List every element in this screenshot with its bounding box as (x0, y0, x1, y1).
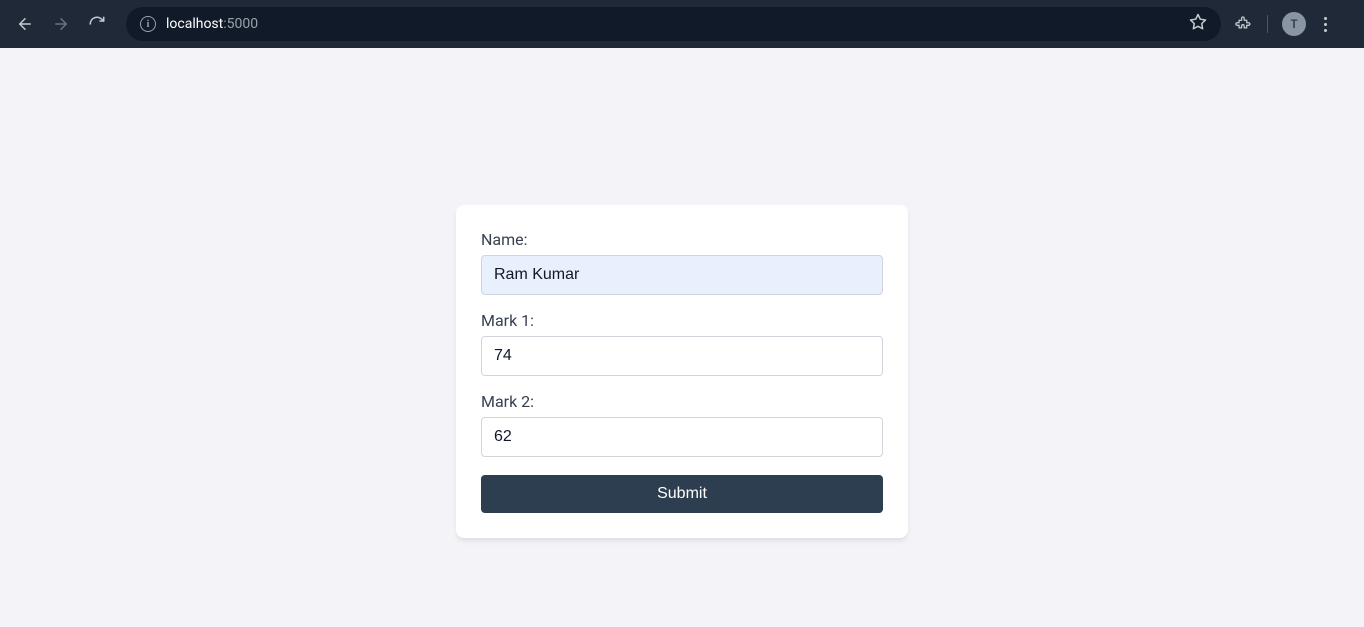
puzzle-icon (1235, 15, 1253, 33)
reload-icon (88, 15, 106, 33)
browser-chrome: i localhost:5000 T (0, 0, 1364, 48)
reload-button[interactable] (82, 9, 112, 39)
form-group-name: Name: (481, 230, 883, 295)
chrome-right: T (1235, 12, 1337, 36)
arrow-right-icon (52, 15, 70, 33)
back-button[interactable] (10, 9, 40, 39)
name-label: Name: (481, 230, 883, 249)
mark1-label: Mark 1: (481, 311, 883, 330)
form-group-mark1: Mark 1: (481, 311, 883, 376)
form-card: Name: Mark 1: Mark 2: Submit (456, 205, 908, 538)
submit-button[interactable]: Submit (481, 475, 883, 513)
address-bar[interactable]: i localhost:5000 (126, 7, 1221, 41)
forward-button[interactable] (46, 9, 76, 39)
divider (1267, 15, 1268, 33)
nav-buttons (10, 9, 112, 39)
mark2-input[interactable] (481, 417, 883, 457)
arrow-left-icon (16, 15, 34, 33)
extensions-button[interactable] (1235, 15, 1253, 33)
mark2-label: Mark 2: (481, 392, 883, 411)
menu-button[interactable] (1320, 13, 1331, 36)
profile-avatar[interactable]: T (1282, 12, 1306, 36)
url-text: localhost:5000 (166, 16, 258, 32)
page-content: Name: Mark 1: Mark 2: Submit (0, 48, 1364, 538)
mark1-input[interactable] (481, 336, 883, 376)
bookmark-button[interactable] (1189, 13, 1207, 35)
star-icon (1189, 13, 1207, 31)
form-group-mark2: Mark 2: (481, 392, 883, 457)
name-input[interactable] (481, 255, 883, 295)
info-icon: i (140, 16, 156, 32)
